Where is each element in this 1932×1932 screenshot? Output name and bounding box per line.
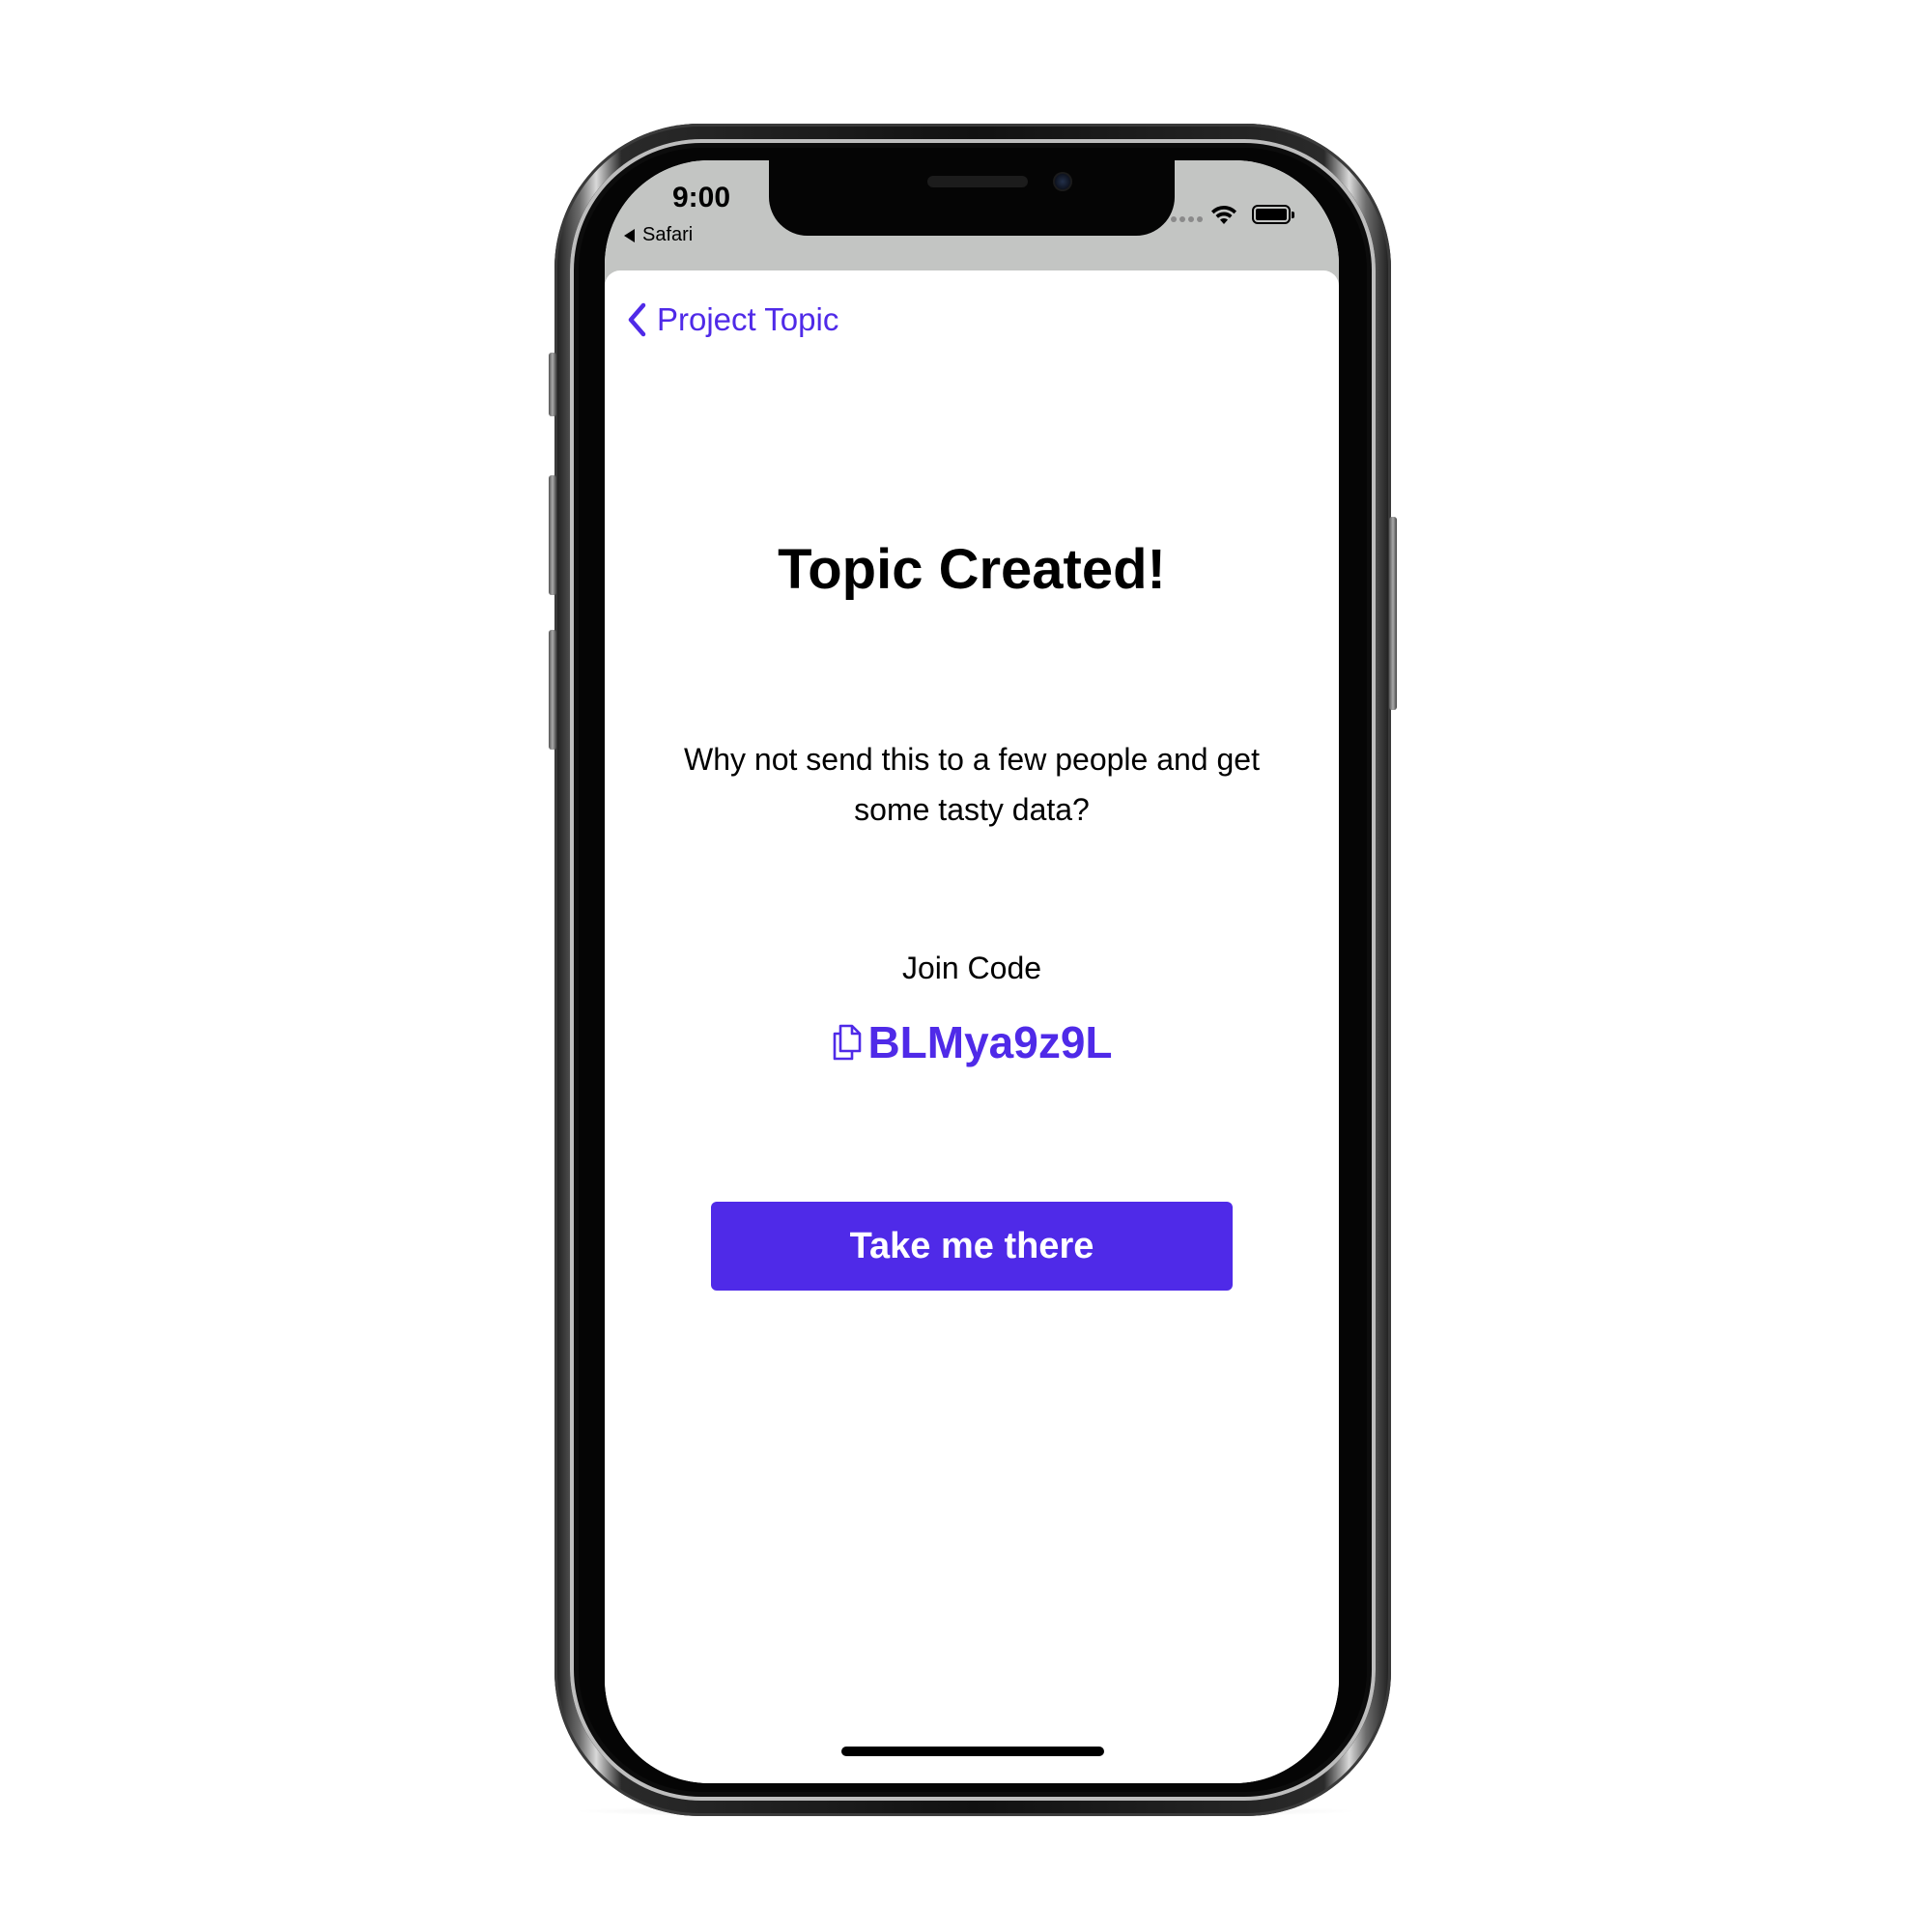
join-code: BLMya9z9L [867,1017,1113,1067]
copy-icon [834,1024,862,1061]
back-app-label: Safari [642,224,694,245]
status-time: 9:00 [672,182,731,213]
power-button [1389,517,1397,710]
screen: 9:00 Safari Project Topic Topic Created!… [605,160,1339,1783]
wifi-icon [1211,205,1236,224]
home-indicator[interactable] [841,1747,1104,1756]
volume-down-button [549,630,556,750]
earpiece-speaker [927,176,1028,187]
volume-up-button [549,475,556,595]
back-button[interactable]: Project Topic [626,301,838,338]
mute-switch [549,353,556,416]
copy-join-code-button[interactable]: BLMya9z9L [605,1016,1339,1068]
battery-icon [1252,205,1294,224]
join-code-label: Join Code [901,951,1042,985]
notch [769,160,1175,236]
back-app-arrow-icon [624,228,635,242]
back-to-app[interactable]: Safari [624,224,693,246]
share-message: Why not send this to a few people and ge… [684,742,1260,827]
page-title: Topic Created! [778,538,1166,601]
signal-icon [1171,216,1204,224]
take-me-there-button[interactable]: Take me there [711,1202,1233,1291]
front-camera [1053,172,1072,191]
chevron-left-icon [628,302,646,337]
back-button-label: Project Topic [657,301,839,337]
